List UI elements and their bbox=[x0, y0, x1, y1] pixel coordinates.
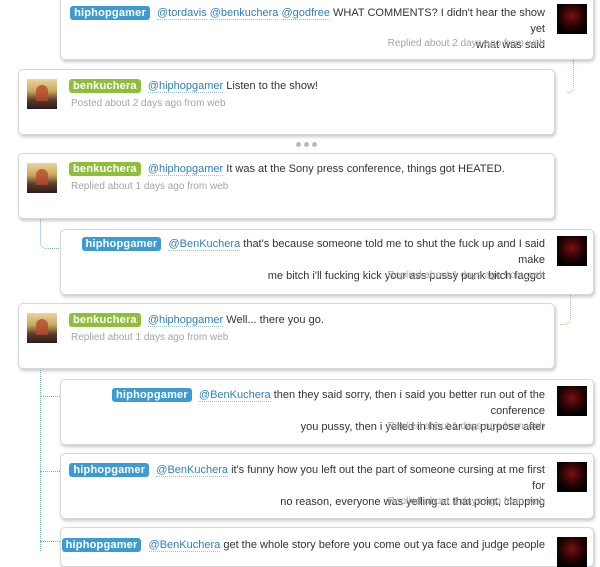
mention-link[interactable]: @BenKuchera bbox=[198, 389, 271, 402]
tweet-body: It was at the Sony press conference, thi… bbox=[226, 163, 505, 175]
avatar[interactable] bbox=[557, 537, 587, 567]
tweet-card: hiphopgamer @BenKuchera get the whole st… bbox=[60, 527, 594, 567]
tweet-body: WHAT COMMENTS? I didn't hear the show ye… bbox=[333, 7, 545, 35]
tweet-meta: Replied about 1 days ago from web bbox=[387, 270, 545, 281]
tweet-body: Well... there you go. bbox=[226, 314, 324, 326]
mention-link[interactable]: @benkuchera bbox=[209, 7, 279, 20]
tweet-card: hiphopgamer @BenKuchera then they said s… bbox=[60, 379, 594, 445]
username-badge[interactable]: benkuchera bbox=[69, 162, 141, 176]
tweet-meta: Replied about 2 days ago from web bbox=[387, 38, 545, 49]
tweet-body: that's because someone told me to shut t… bbox=[243, 238, 545, 266]
mention-link[interactable]: @BenKuchera bbox=[168, 238, 241, 251]
thread-connector bbox=[40, 540, 62, 542]
avatar[interactable] bbox=[557, 4, 587, 34]
avatar[interactable] bbox=[27, 163, 57, 193]
tweet-text: benkuchera @hiphopgamer It was at the So… bbox=[69, 161, 529, 177]
tweet-body: Listen to the show! bbox=[226, 80, 318, 92]
tweet-card: hiphopgamer @BenKuchera it's funny how y… bbox=[60, 453, 594, 519]
ellipsis-icon[interactable] bbox=[296, 140, 318, 148]
tweet-text: benkuchera @hiphopgamer Listen to the sh… bbox=[69, 78, 529, 94]
tweet-meta: Posted about 2 days ago from web bbox=[71, 98, 226, 109]
tweet-text: benkuchera @hiphopgamer Well... there yo… bbox=[69, 312, 529, 328]
tweet-card: hiphopgamer @tordavis @benkuchera @godfr… bbox=[60, 0, 594, 60]
tweet-body: then they said sorry, then i said you be… bbox=[273, 389, 545, 417]
username-badge[interactable]: hiphopgamer bbox=[61, 538, 142, 552]
mention-link[interactable]: @godfree bbox=[281, 7, 330, 20]
username-badge[interactable]: hiphopgamer bbox=[111, 388, 192, 402]
tweet-card: benkuchera @hiphopgamer It was at the So… bbox=[18, 153, 555, 219]
avatar[interactable] bbox=[27, 79, 57, 109]
mention-link[interactable]: @hiphopgamer bbox=[147, 80, 224, 93]
tweet-card: benkuchera @hiphopgamer Well... there yo… bbox=[18, 303, 555, 369]
avatar[interactable] bbox=[557, 462, 587, 492]
username-badge[interactable]: hiphopgamer bbox=[81, 237, 162, 251]
username-badge[interactable]: benkuchera bbox=[69, 79, 141, 93]
tweet-meta: Replied about 1 days ago from web bbox=[387, 496, 545, 507]
avatar[interactable] bbox=[557, 386, 587, 416]
mention-link[interactable]: @hiphopgamer bbox=[147, 314, 224, 327]
thread-connector bbox=[560, 294, 571, 325]
avatar[interactable] bbox=[27, 313, 57, 343]
mention-link[interactable]: @BenKuchera bbox=[156, 464, 228, 477]
tweet-meta: Replied about 1 days ago from web bbox=[71, 332, 229, 343]
tweet-card: hiphopgamer @BenKuchera that's because s… bbox=[60, 229, 594, 295]
tweet-meta: Replied about 1 days ago from web bbox=[387, 421, 545, 432]
thread-connector bbox=[567, 60, 574, 93]
tweet-body: it's funny how you left out the part of … bbox=[231, 464, 545, 492]
tweet-card: benkuchera @hiphopgamer Listen to the sh… bbox=[18, 69, 555, 135]
thread-connector bbox=[40, 370, 42, 551]
tweet-meta: Replied about 1 days ago from web bbox=[71, 181, 229, 192]
username-badge[interactable]: hiphopgamer bbox=[69, 463, 150, 477]
mention-link[interactable]: @BenKuchera bbox=[148, 539, 221, 552]
username-badge[interactable]: benkuchera bbox=[69, 313, 141, 327]
tweet-body: get the whole story before you come out … bbox=[223, 539, 545, 551]
thread-connector bbox=[40, 470, 62, 472]
avatar[interactable] bbox=[557, 236, 587, 266]
username-badge[interactable]: hiphopgamer bbox=[70, 6, 150, 20]
mention-link[interactable]: @hiphopgamer bbox=[147, 163, 224, 176]
thread-connector bbox=[40, 395, 62, 397]
mention-link[interactable]: @tordavis bbox=[157, 7, 207, 20]
